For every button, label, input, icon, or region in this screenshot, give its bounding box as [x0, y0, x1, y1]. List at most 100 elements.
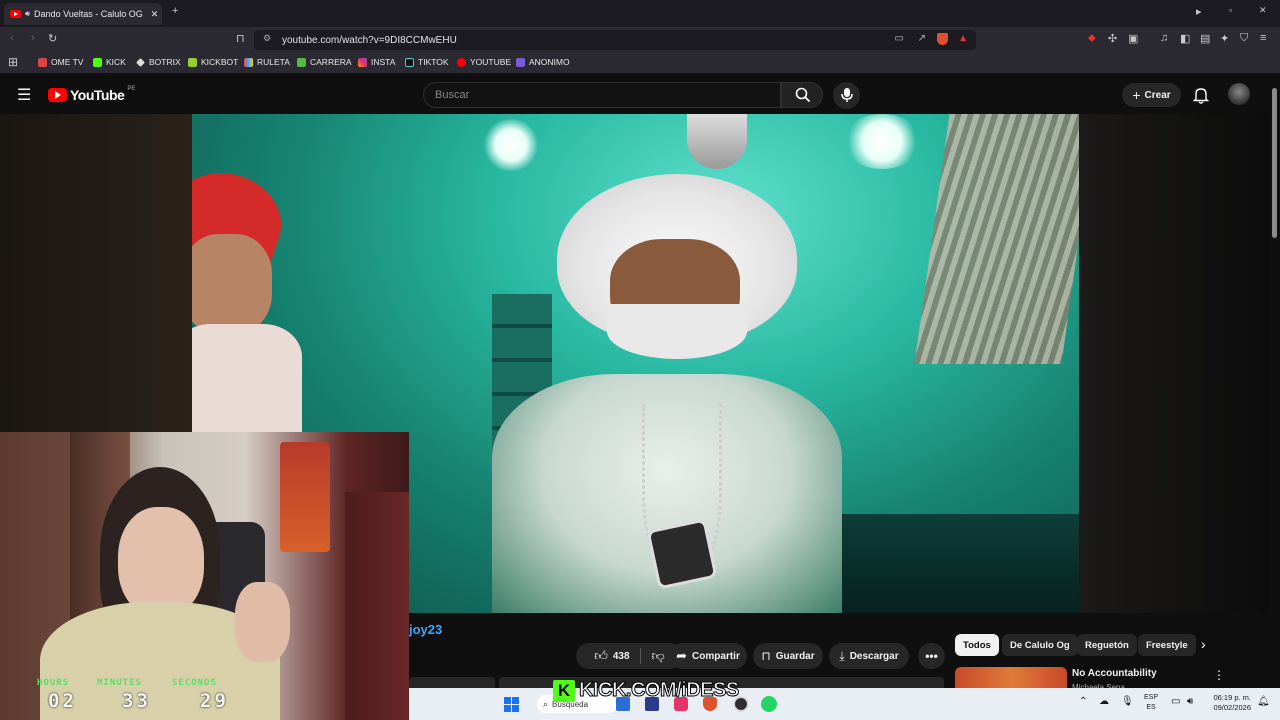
new-tab-icon[interactable]: +: [172, 5, 178, 17]
wallet2-icon[interactable]: ▤: [1200, 32, 1210, 45]
leo-ai-icon[interactable]: ✦: [1220, 32, 1229, 45]
taskbar-clock[interactable]: 06:19 p. m. 09/02/2026: [1205, 693, 1251, 713]
rewards-icon[interactable]: ▲: [958, 33, 968, 44]
hamburger-menu-icon[interactable]: ☰: [17, 85, 31, 105]
chip-regueton[interactable]: Reguetón: [1077, 634, 1137, 656]
chip-freestyle[interactable]: Freestyle: [1138, 634, 1196, 656]
like-dislike-group: 👍︎ 438 👎︎: [576, 643, 683, 669]
kitchen-counter: [832, 514, 1079, 613]
cast-icon[interactable]: ▭: [895, 33, 904, 44]
taskbar-obs-icon[interactable]: [733, 696, 749, 712]
dislike-button[interactable]: 👎︎: [646, 648, 665, 664]
face-side: [192, 234, 272, 334]
timer-hours-label: HOURS: [37, 678, 70, 688]
bookmark-tiktok[interactable]: TIKTOK: [405, 57, 449, 67]
taskbar-brave-icon[interactable]: [703, 697, 717, 711]
avatar[interactable]: [1228, 83, 1250, 105]
bookmark-label: ANONIMO: [529, 57, 570, 67]
bookmark-ome-tv[interactable]: OME TV: [38, 57, 83, 67]
music-icon[interactable]: ♫: [1160, 32, 1168, 44]
voice-search-button[interactable]: [833, 82, 860, 109]
ceiling-light-1: [482, 119, 540, 171]
bookmark-kick[interactable]: KICK: [93, 57, 126, 67]
channel-name-partial[interactable]: joy23: [409, 622, 442, 637]
shirt-side: [192, 324, 302, 434]
youtube-logo[interactable]: YouTube PE: [48, 86, 135, 103]
tab-close-icon[interactable]: ✕: [151, 9, 159, 20]
windows-taskbar: ⌕ Búsqueda K KICK.COM/iDESS ⌃ ☁ 🎙︎ ESP E…: [409, 679, 1280, 720]
input-language[interactable]: ESP ES: [1144, 693, 1158, 713]
more-actions-button[interactable]: •••: [918, 643, 945, 669]
right-wall-panel: [914, 114, 1079, 364]
bookmark-botrix[interactable]: BOTRIX: [136, 57, 181, 67]
notification-icon[interactable]: 🔔︎: [1257, 696, 1270, 707]
chips-next-icon[interactable]: ›: [1201, 636, 1206, 652]
page-scrollbar-thumb[interactable]: [1272, 88, 1277, 238]
kick-icon: [93, 57, 102, 67]
share-page-icon[interactable]: ↗: [918, 33, 926, 44]
create-button[interactable]: + Crear: [1122, 83, 1181, 107]
bookmark-anonimo[interactable]: ANONIMO: [516, 57, 570, 67]
bookmark-page-icon[interactable]: ⊓: [236, 32, 245, 45]
sidebar-icon[interactable]: ◧: [1180, 32, 1190, 45]
timer-minutes-label: MINUTES: [97, 678, 142, 688]
extensions-icon[interactable]: ✣: [1108, 32, 1117, 45]
taskbar-app-1-icon[interactable]: [616, 697, 630, 711]
browser-tab-bar: 🔊︎ Dando Vueltas - Calulo OG ✕ + ▸ ▫ ✕: [0, 0, 1280, 27]
bookmark-label: CARRERA: [310, 57, 352, 67]
bookmark-label: TIKTOK: [418, 57, 449, 67]
chip-all[interactable]: Todos: [955, 634, 999, 656]
clock-time: 06:19 p. m.: [1213, 693, 1251, 702]
save-button[interactable]: ⊓ Guardar: [753, 643, 823, 669]
tray-chevron-icon[interactable]: ⌃: [1079, 696, 1087, 707]
taskbar-whatsapp-icon[interactable]: [761, 696, 777, 712]
site-settings-icon[interactable]: ⚙: [263, 33, 271, 44]
like-count: 438: [612, 650, 630, 662]
extension-red-icon[interactable]: ⬥: [1088, 32, 1096, 45]
tray-network-icon[interactable]: ▭: [1171, 696, 1180, 707]
plus-icon: +: [1132, 87, 1141, 103]
browser-tab[interactable]: 🔊︎ Dando Vueltas - Calulo OG ✕: [4, 3, 162, 25]
url-field[interactable]: ⚙ youtube.com/watch?v=9DI8CCMwEHU ▭ ↗ ▲: [254, 30, 976, 50]
search-input[interactable]: Buscar: [423, 82, 781, 108]
recommended-thumbnail[interactable]: [955, 667, 1067, 688]
taskbar-app-2-icon[interactable]: [645, 697, 659, 711]
menu-icon[interactable]: ≡: [1260, 32, 1266, 44]
search-icon: [795, 87, 811, 103]
back-icon[interactable]: ‹: [10, 32, 14, 44]
forward-icon[interactable]: ›: [31, 32, 35, 44]
ome-tv-icon: [38, 57, 47, 67]
tray-mic-icon[interactable]: 🎙︎: [1121, 696, 1134, 707]
taskbar-app-3-icon[interactable]: [674, 697, 688, 711]
pendant: [646, 518, 718, 590]
bookmark-ruleta[interactable]: RULETA: [244, 57, 290, 67]
window-close-icon[interactable]: ✕: [1259, 5, 1267, 16]
reload-icon[interactable]: ↻: [48, 32, 57, 45]
recommended-title[interactable]: No Accountability: [1072, 668, 1157, 679]
apps-grid-icon[interactable]: ⊞: [8, 55, 18, 69]
windows-start-icon[interactable]: [504, 697, 519, 712]
bookmark-insta[interactable]: INSTA: [358, 57, 395, 67]
bookmark-carrera[interactable]: CARRERA: [297, 57, 352, 67]
streamer-hand: [235, 582, 290, 662]
tray-onedrive-icon[interactable]: ☁: [1099, 696, 1109, 707]
more-vertical-icon[interactable]: ⋮: [1213, 668, 1225, 682]
like-button[interactable]: 👍︎ 438: [594, 648, 641, 664]
chip-from-channel[interactable]: De Calulo Og: [1002, 634, 1078, 656]
wallet-icon[interactable]: ▣: [1128, 32, 1138, 45]
anonimo-icon: [516, 57, 525, 67]
youtube-play-icon: [48, 88, 67, 102]
shield-icon[interactable]: [937, 33, 948, 45]
bookmark-kickbot[interactable]: KICKBOT: [188, 57, 238, 67]
url-text: youtube.com/watch?v=9DI8CCMwEHU: [282, 34, 457, 46]
share-button[interactable]: ➦ Compartir: [669, 643, 747, 669]
bookmark-youtube[interactable]: YOUTUBE: [457, 57, 511, 67]
speaker-icon[interactable]: 🔊︎: [25, 9, 30, 19]
search-button[interactable]: [781, 82, 823, 108]
tray-volume-icon[interactable]: 🔊︎: [1187, 696, 1193, 707]
vpn-icon[interactable]: ⛉: [1240, 32, 1248, 45]
download-button[interactable]: ⤓ Descargar: [829, 643, 909, 669]
notifications-bell-icon[interactable]: [1193, 87, 1209, 104]
window-maximize-icon[interactable]: ▫: [1229, 5, 1232, 15]
window-minimize-icon[interactable]: ▸: [1196, 5, 1202, 18]
